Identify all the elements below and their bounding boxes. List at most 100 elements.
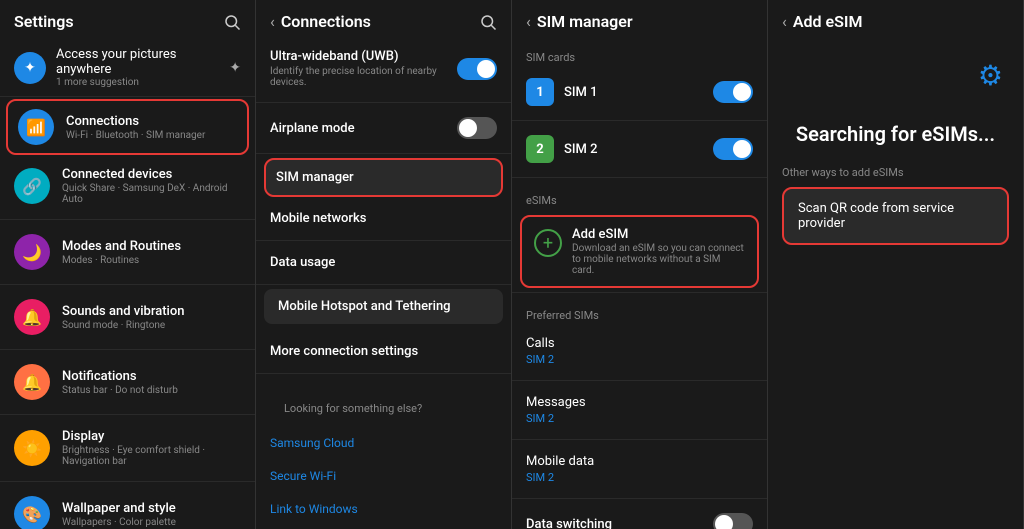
looking-link-1[interactable]: Secure Wi-Fi	[256, 458, 511, 491]
settings-item-connected-devices[interactable]: 🔗 Connected devices Quick Share · Samsun…	[0, 157, 255, 215]
settings-item-title-connected-devices: Connected devices	[62, 167, 241, 182]
sim2-title: SIM 2	[564, 142, 703, 157]
sim2-toggle[interactable]	[713, 138, 753, 160]
more-connection-item[interactable]: More connection settings	[256, 334, 511, 369]
sim1-item[interactable]: 1 SIM 1	[512, 68, 767, 116]
sim-cards-label: SIM cards	[512, 39, 767, 68]
looking-link-3[interactable]: Android Auto	[256, 524, 511, 529]
settings-item-subtitle-sounds-vibration: Sound mode · Ringtone	[62, 320, 241, 331]
sim1-number-badge: 1	[526, 78, 554, 106]
sim2-item[interactable]: 2 SIM 2	[512, 125, 767, 173]
add-esim-panel-title: Add eSIM	[793, 12, 863, 31]
settings-item-icon-modes-routines: 🌙	[14, 234, 50, 270]
divider1	[256, 102, 511, 103]
settings-item-text-connections: Connections Wi-Fi · Bluetooth · SIM mana…	[66, 114, 237, 141]
settings-item-icon-connections: 📶	[18, 109, 54, 145]
sim1-toggle[interactable]	[713, 81, 753, 103]
esim-back-arrow-icon[interactable]: ‹	[782, 12, 787, 31]
settings-item-title-sounds-vibration: Sounds and vibration	[62, 304, 241, 319]
data-switching-toggle[interactable]	[713, 513, 753, 529]
hotspot-title: Mobile Hotspot and Tethering	[278, 299, 489, 314]
searching-text: Searching for eSIMs...	[778, 122, 1013, 146]
hotspot-item[interactable]: Mobile Hotspot and Tethering	[264, 289, 503, 324]
uwb-text: Ultra-wideband (UWB) Identify the precis…	[270, 49, 457, 88]
search-icon[interactable]	[223, 13, 241, 31]
sim-divider2	[512, 177, 767, 178]
settings-item-subtitle-wallpaper-style: Wallpapers · Color palette	[62, 517, 241, 528]
uwb-item[interactable]: Ultra-wideband (UWB) Identify the precis…	[256, 39, 511, 98]
sim-manager-title: SIM manager	[276, 170, 491, 185]
settings-items: 📶 Connections Wi-Fi · Bluetooth · SIM ma…	[0, 99, 255, 529]
add-esim-text: Add eSIM Download an eSIM so you can con…	[572, 227, 745, 276]
airplane-item[interactable]: Airplane mode	[256, 107, 511, 149]
settings-item-text-display: Display Brightness · Eye comfort shield …	[62, 429, 241, 467]
settings-item-display[interactable]: ☀️ Display Brightness · Eye comfort shie…	[0, 419, 255, 477]
calls-item[interactable]: Calls SIM 2	[512, 326, 767, 376]
divider-sounds-vibration	[0, 349, 255, 350]
mobile-data-value: SIM 2	[526, 471, 753, 484]
looking-links: Samsung CloudSecure Wi-Fi Link to Windows…	[256, 425, 511, 529]
sim-back-arrow-icon[interactable]: ‹	[526, 12, 531, 31]
looking-link-0[interactable]: Samsung Cloud	[256, 425, 511, 458]
divider-modes-routines	[0, 284, 255, 285]
settings-item-title-display: Display	[62, 429, 241, 444]
connections-header-left: ‹ Connections	[270, 12, 371, 31]
settings-item-text-sounds-vibration: Sounds and vibration Sound mode · Ringto…	[62, 304, 241, 331]
data-switching-item[interactable]: Data switching	[512, 503, 767, 529]
other-ways-section: Other ways to add eSIMs Scan QR code fro…	[768, 166, 1023, 245]
looking-section: Looking for something else?	[256, 378, 511, 425]
sim-manager-header-left: ‹ SIM manager	[526, 12, 633, 31]
preferred-label: Preferred SIMs	[512, 297, 767, 326]
settings-header: Settings	[0, 0, 255, 39]
airplane-toggle[interactable]	[457, 117, 497, 139]
add-esim-header-left: ‹ Add eSIM	[782, 12, 862, 31]
settings-item-sounds-vibration[interactable]: 🔔 Sounds and vibration Sound mode · Ring…	[0, 289, 255, 345]
settings-item-icon-notifications: 🔔	[14, 364, 50, 400]
sim-manager-title: SIM manager	[537, 12, 633, 31]
sim-manager-item[interactable]: SIM manager	[264, 158, 503, 197]
settings-item-subtitle-modes-routines: Modes · Routines	[62, 255, 241, 266]
sim-divider1	[512, 120, 767, 121]
settings-item-connections[interactable]: 📶 Connections Wi-Fi · Bluetooth · SIM ma…	[6, 99, 249, 155]
pref-div2	[512, 439, 767, 440]
suggestion-item[interactable]: ✦ Access your pictures anywhere 1 more s…	[0, 39, 255, 97]
settings-item-title-wallpaper-style: Wallpaper and style	[62, 501, 241, 516]
suggestion-title: Access your pictures anywhere	[56, 47, 219, 77]
settings-item-subtitle-connected-devices: Quick Share · Samsung DeX · Android Auto	[62, 183, 241, 205]
connections-search-icon[interactable]	[479, 13, 497, 31]
messages-title: Messages	[526, 395, 753, 410]
connections-title: Connections	[281, 12, 371, 31]
settings-item-wallpaper-style[interactable]: 🎨 Wallpaper and style Wallpapers · Color…	[0, 486, 255, 529]
preferred-divider	[512, 292, 767, 293]
looking-link-2[interactable]: Link to Windows	[256, 491, 511, 524]
star-icon: ✦	[229, 60, 241, 76]
more-connection-title: More connection settings	[270, 344, 497, 359]
divider5	[256, 373, 511, 374]
sim2-number-badge: 2	[526, 135, 554, 163]
sim1-text: SIM 1	[564, 85, 703, 100]
messages-value: SIM 2	[526, 412, 753, 425]
sim-manager-header: ‹ SIM manager	[512, 0, 767, 39]
looking-link-text-2: Link to Windows	[270, 502, 358, 516]
uwb-toggle[interactable]	[457, 58, 497, 80]
pref-div1	[512, 380, 767, 381]
add-esim-panel: ‹ Add eSIM ⚙ Searching for eSIMs... Othe…	[768, 0, 1024, 529]
scan-qr-item[interactable]: Scan QR code from service provider	[782, 187, 1009, 245]
messages-item[interactable]: Messages SIM 2	[512, 385, 767, 435]
suggestion-subtitle: 1 more suggestion	[56, 77, 219, 88]
data-usage-item[interactable]: Data usage	[256, 245, 511, 280]
sim2-text: SIM 2	[564, 142, 703, 157]
sim1-title: SIM 1	[564, 85, 703, 100]
suggestion-text-block: Access your pictures anywhere 1 more sug…	[56, 47, 219, 88]
mobile-networks-item[interactable]: Mobile networks	[256, 201, 511, 236]
mobile-data-item[interactable]: Mobile data SIM 2	[512, 444, 767, 494]
settings-item-title-connections: Connections	[66, 114, 237, 129]
add-esim-item[interactable]: + Add eSIM Download an eSIM so you can c…	[520, 215, 759, 288]
settings-item-notifications[interactable]: 🔔 Notifications Status bar · Do not dist…	[0, 354, 255, 410]
back-arrow-icon[interactable]: ‹	[270, 12, 275, 31]
uwb-row: Ultra-wideband (UWB) Identify the precis…	[270, 49, 497, 88]
looking-label: Looking for something else?	[270, 390, 497, 419]
other-ways-label: Other ways to add eSIMs	[782, 166, 1009, 179]
settings-item-modes-routines[interactable]: 🌙 Modes and Routines Modes · Routines	[0, 224, 255, 280]
settings-item-icon-sounds-vibration: 🔔	[14, 299, 50, 335]
